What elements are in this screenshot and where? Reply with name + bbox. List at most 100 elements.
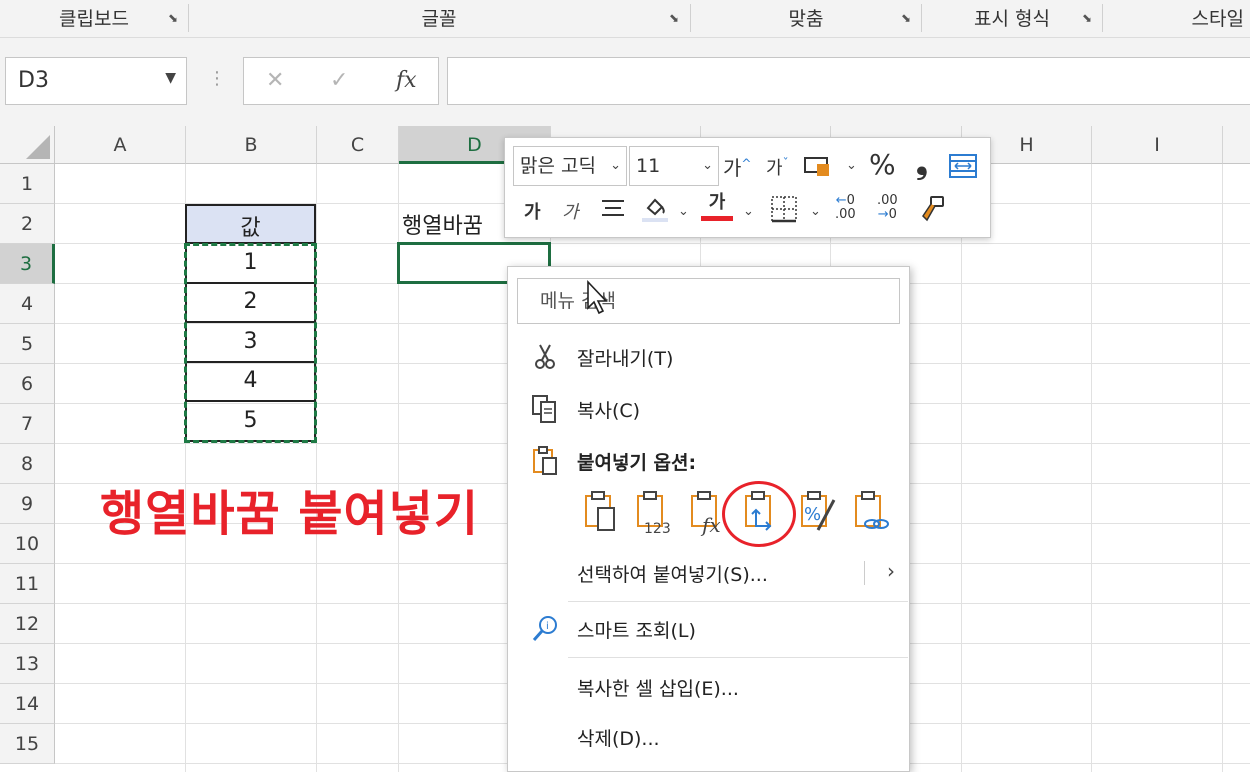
menu-item-delete[interactable]: 삭제(D)... [508,715,909,759]
italic-button[interactable]: 가 [562,198,579,224]
row-header[interactable]: 8 [0,444,55,484]
column-header-b[interactable]: B [186,126,317,164]
ribbon-group-label: 클립보드 [59,8,129,30]
cell-b2: 값 [240,216,261,241]
cancel-icon[interactable]: ✕ [266,68,284,93]
row-header[interactable]: 2 [0,204,55,244]
menu-item-label: 복사한 셀 삽입(E)... [577,678,739,700]
font-size-dropdown[interactable]: 11 ⌄ [629,146,719,186]
annotation-text: 행열바꿈 붙여넣기 [100,486,479,542]
align-center-icon[interactable] [600,196,626,225]
insert-function-icon[interactable]: fx [396,68,417,93]
row-header[interactable]: 6 [0,364,55,404]
dialog-launcher-icon[interactable]: ⬊ [1080,12,1094,26]
menu-item-label: 선택하여 붙여넣기(S)... [577,564,768,586]
decrease-font-size-icon[interactable]: 가ˇ [766,154,789,180]
scissors-icon [528,341,562,373]
row-header[interactable]: 3 [0,244,55,284]
increase-font-size-icon[interactable]: 가^ [723,152,751,181]
chevron-right-icon[interactable]: › [887,559,895,583]
paste-formatting-icon[interactable]: % [794,486,840,536]
chevron-down-icon[interactable]: ⌄ [702,147,713,185]
ribbon-group-label: 표시 형식 [974,8,1050,30]
row-header[interactable]: 14 [0,684,55,724]
row-header[interactable]: 10 [0,524,55,564]
font-name-value: 맑은 고딕 [520,155,596,177]
highlight-circle [722,481,796,547]
row-header[interactable]: 1 [0,164,55,204]
decrease-decimal-icon[interactable]: .00 →0 [877,194,898,222]
menu-item-insert-copied-cells[interactable]: 복사한 셀 삽입(E)... [508,665,909,709]
ribbon-group-label: 글꼴 [421,8,457,30]
row-header[interactable]: 11 [0,564,55,604]
menu-item-label: 삭제(D)... [577,728,660,750]
mini-toolbar: 맑은 고딕 ⌄ 11 ⌄ 가^ 가ˇ ⌄ % ❟ 가 가 ⌄ 가 ⌄ ⌄ ←0 … [504,137,991,238]
row-header[interactable]: 9 [0,484,55,524]
chevron-down-icon[interactable]: ⌄ [678,204,689,219]
column-header-a[interactable]: A [55,126,186,164]
formula-input[interactable] [447,57,1250,105]
menu-item-copy[interactable]: 복사(C) [508,387,909,431]
chevron-down-icon[interactable]: ⌄ [743,204,754,219]
menu-item-label: 스마트 조회(L) [577,620,696,642]
bold-button[interactable]: 가 [524,198,541,224]
ribbon-group-clipboard: 클립보드 ⬊ [0,0,188,38]
enter-icon[interactable]: ✓ [330,68,348,93]
smart-lookup-icon: i [528,613,562,645]
column-header-c[interactable]: C [317,126,399,164]
ribbon-group-label: 스타일 [1191,8,1244,30]
paste-formatting-sub: % [804,504,821,525]
column-header-j[interactable] [1223,126,1250,164]
paste-icon[interactable] [578,486,624,536]
merge-center-icon[interactable] [948,152,978,180]
name-box[interactable]: D3 ▼ [5,57,187,105]
column-header-i[interactable]: I [1092,126,1223,164]
accounting-format-icon[interactable] [803,152,831,178]
row-header[interactable]: 15 [0,724,55,764]
dialog-launcher-icon[interactable]: ⬊ [166,12,180,26]
increase-decimal-icon[interactable]: ←0 .00 [835,194,856,222]
row-header[interactable]: 4 [0,284,55,324]
font-name-dropdown[interactable]: 맑은 고딕 ⌄ [513,146,627,186]
chevron-down-icon[interactable]: ⌄ [846,158,857,173]
menu-item-label: 복사(C) [577,400,641,422]
cell-b7: 5 [243,408,258,433]
cell-b3: 1 [243,250,258,275]
fill-color-icon[interactable] [640,192,670,229]
decimal-increase-text: .00 [835,207,856,222]
menu-item-label: 잘라내기(T) [577,348,674,370]
percent-style-icon[interactable]: % [869,148,896,181]
paste-link-icon[interactable] [848,486,894,536]
chevron-down-icon[interactable]: ▼ [165,70,176,86]
comma-style-icon[interactable]: ❟ [916,146,928,181]
row-header[interactable]: 12 [0,604,55,644]
cell-b4: 2 [243,289,258,314]
drag-handle-icon[interactable]: ⋮ [208,68,226,89]
menu-item-label: 붙여넣기 옵션: [577,452,697,474]
paste-icon [528,445,562,477]
dialog-launcher-icon[interactable]: ⬊ [667,12,681,26]
decrease-font-glyph: 가 [766,158,783,179]
chevron-down-icon[interactable]: ⌄ [810,204,821,219]
format-painter-icon[interactable] [917,194,947,229]
font-color-glyph: 가 [708,192,726,213]
dialog-launcher-icon[interactable]: ⬊ [899,12,913,26]
cell-b6: 4 [243,368,258,393]
select-all-button[interactable] [0,126,55,164]
chevron-down-icon[interactable]: ⌄ [610,147,621,185]
font-color-icon[interactable]: 가 [701,192,733,221]
menu-item-paste-special[interactable]: 선택하여 붙여넣기(S)... › [508,551,909,595]
cell-b5: 3 [243,329,258,354]
formula-bar: D3 ▼ ⋮ ✕ ✓ fx [0,38,1250,126]
paste-values-icon[interactable]: 123 [630,486,676,537]
menu-item-smart-lookup[interactable]: i 스마트 조회(L) [508,607,909,651]
row-header[interactable]: 5 [0,324,55,364]
ribbon-group-label: 맞춤 [788,8,824,30]
decimal-zero: 0 [846,193,855,208]
borders-icon[interactable] [769,194,799,229]
menu-search-input[interactable]: 메뉴 검색 [517,278,900,324]
menu-item-cut[interactable]: 잘라내기(T) [508,335,909,379]
row-header[interactable]: 7 [0,404,55,444]
name-box-value: D3 [18,68,49,93]
row-header[interactable]: 13 [0,644,55,684]
